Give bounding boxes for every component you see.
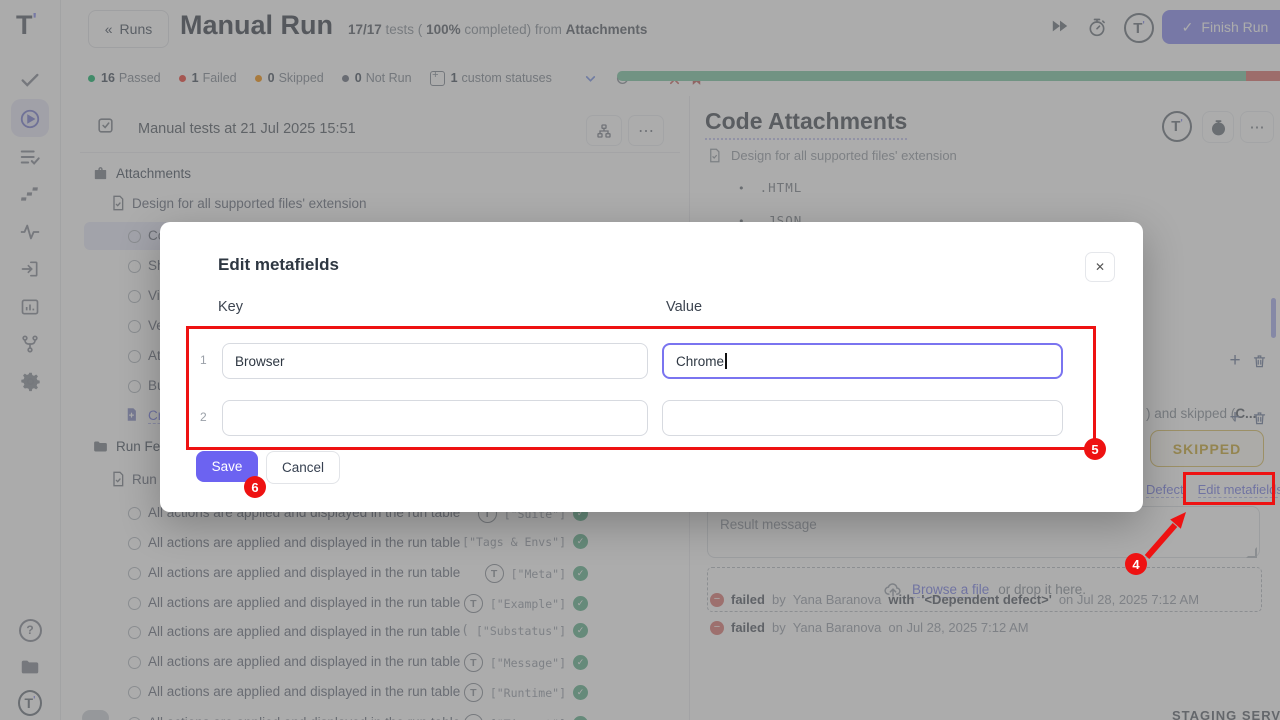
annotation-rect-edit-metafields <box>1183 472 1275 505</box>
annotation-badge-6: 6 <box>244 476 266 498</box>
trash-icon[interactable] <box>1248 343 1270 379</box>
close-button[interactable]: ✕ <box>1085 252 1115 282</box>
trash-icon[interactable] <box>1248 400 1270 436</box>
annotation-badge-4: 4 <box>1125 553 1147 575</box>
app-screen: T' ? T' « Runs Manual Run 17/17 tests ( … <box>0 0 1280 720</box>
key-column-label: Key <box>218 299 243 315</box>
modal-title: Edit metafields <box>218 255 339 275</box>
annotation-badge-5: 5 <box>1084 438 1106 460</box>
add-row-button[interactable]: + <box>1224 343 1246 379</box>
annotation-rect-metafield-rows <box>186 326 1096 450</box>
close-icon: ✕ <box>1095 260 1105 274</box>
add-row-button[interactable]: + <box>1224 400 1246 436</box>
cancel-button[interactable]: Cancel <box>266 451 340 484</box>
value-column-label: Value <box>666 299 702 315</box>
